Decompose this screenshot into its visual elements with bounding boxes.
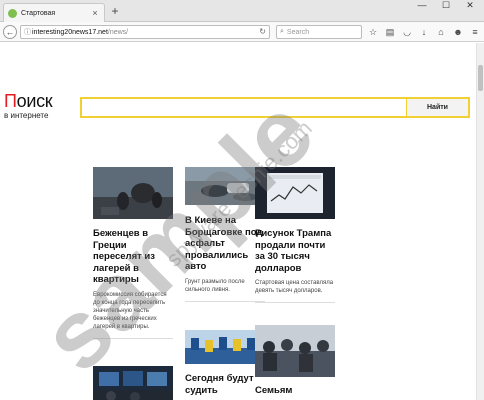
menu-icon[interactable]: ≡ (469, 26, 481, 38)
logo-text: оиск (16, 91, 53, 111)
logo-first-letter: П (4, 91, 17, 111)
url-path: /news/ (107, 28, 129, 36)
news-card[interactable]: Сегодня будут судить (185, 330, 265, 396)
news-divider (255, 302, 335, 303)
site-logo[interactable]: Поиск в интернете (4, 91, 53, 120)
news-card[interactable]: Семьям (255, 325, 335, 397)
news-thumbnail[interactable] (93, 167, 173, 219)
page-scrollbar[interactable] (476, 43, 484, 400)
star-icon[interactable]: ☆ (367, 26, 379, 38)
web-page: Поиск в интернете Найти Беженцев в Греци… (0, 43, 476, 400)
url-bar[interactable]: ⓘ interesting20news17.net/news/ ↻ (20, 25, 270, 39)
news-title[interactable]: Рисунок Трампа продали почти за 30 тысяч… (255, 228, 335, 274)
new-tab-button[interactable]: + (109, 5, 121, 17)
close-window-button[interactable]: ✕ (462, 0, 478, 12)
download-icon[interactable]: ↓ (418, 26, 430, 38)
url-host: interesting20news17.net (32, 28, 108, 36)
account-icon[interactable]: ☻ (452, 26, 464, 38)
browser-search-box[interactable]: ⌕ Search (276, 25, 362, 39)
news-thumbnail[interactable] (93, 366, 173, 400)
nav-bar: ← ⓘ interesting20news17.net/news/ ↻ ⌕ Se… (0, 22, 484, 42)
news-thumbnail[interactable] (185, 167, 265, 205)
news-title[interactable]: Семьям (255, 385, 335, 397)
back-button[interactable]: ← (3, 25, 17, 39)
news-description: Еврокомиссия собирается до конца года пе… (93, 291, 167, 330)
news-card[interactable]: Беженцев в Греции переселят из лагерей в… (93, 167, 173, 339)
browser-tab[interactable]: Стартовая × (3, 3, 105, 22)
site-info-icon[interactable]: ⓘ (24, 27, 32, 37)
tab-close-icon[interactable]: × (90, 8, 100, 18)
minimize-button[interactable]: — (414, 0, 430, 12)
logo-subtitle: в интернете (4, 111, 49, 120)
news-thumbnail[interactable] (255, 167, 335, 219)
reading-list-icon[interactable]: ▤ (384, 26, 396, 38)
reload-icon[interactable]: ↻ (259, 27, 266, 36)
news-card[interactable] (93, 366, 173, 400)
news-card[interactable]: Рисунок Трампа продали почти за 30 тысяч… (255, 167, 335, 303)
news-divider (93, 337, 173, 339)
pocket-icon[interactable]: ◡ (401, 26, 413, 38)
news-title[interactable]: В Киеве на Борщаговке под асфальт провал… (185, 215, 265, 273)
page-search-input[interactable] (82, 99, 406, 116)
news-title[interactable]: Беженцев в Греции переселят из лагерей в… (93, 228, 173, 286)
page-search-box: Найти (80, 97, 470, 118)
news-description: Грунт размыло после сильного ливня. (185, 278, 245, 293)
tab-favicon-icon (8, 8, 17, 18)
search-button[interactable]: Найти (406, 99, 468, 116)
maximize-button[interactable]: ☐ (438, 0, 454, 12)
home-icon[interactable]: ⌂ (435, 26, 447, 38)
browser-search-placeholder: Search (286, 28, 310, 36)
news-thumbnail[interactable] (185, 330, 265, 364)
tab-title: Стартовая (21, 9, 56, 17)
scrollbar-thumb[interactable] (478, 65, 483, 91)
news-thumbnail[interactable] (255, 325, 335, 377)
browser-window: Стартовая × + — ☐ ✕ ← ⓘ interesting20new… (0, 0, 484, 400)
news-title[interactable]: Сегодня будут судить (185, 373, 265, 396)
news-description: Стартовая цена составляла девять тысяч д… (255, 280, 334, 294)
news-divider (185, 300, 265, 302)
search-icon: ⌕ (280, 28, 284, 35)
tab-strip: Стартовая × + — ☐ ✕ (0, 0, 484, 22)
news-card[interactable]: В Киеве на Борщаговке под асфальт провал… (185, 167, 265, 302)
